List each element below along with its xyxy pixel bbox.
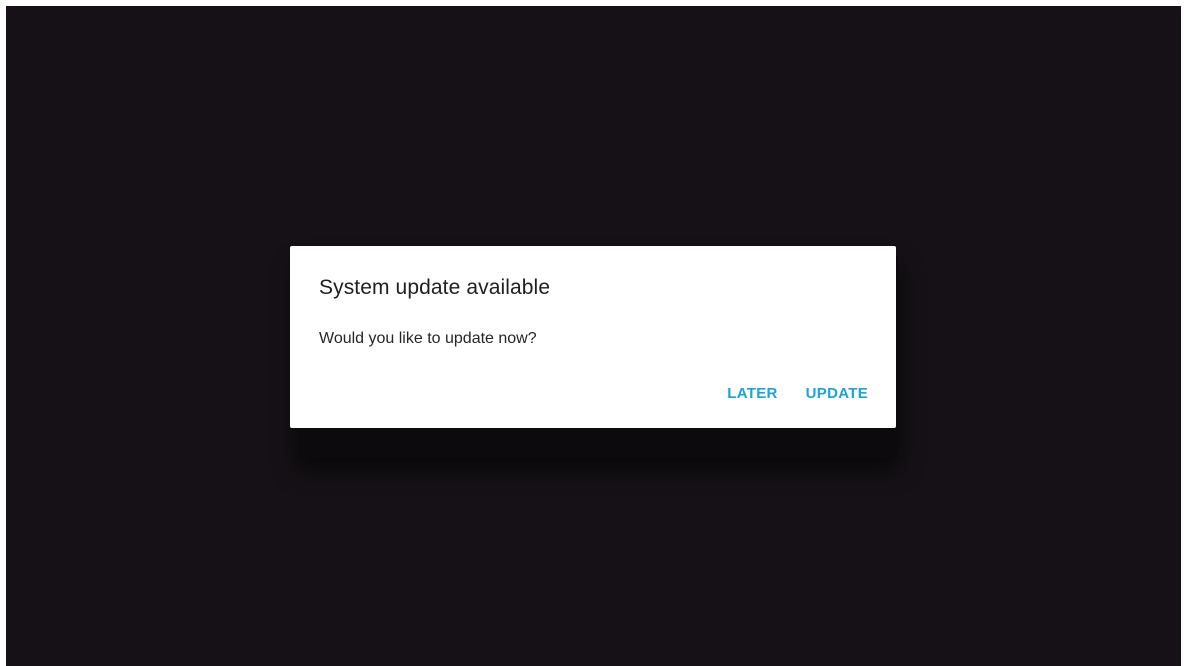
dialog-message: Would you like to update now? bbox=[319, 330, 537, 347]
update-button[interactable]: UPDATE bbox=[806, 385, 868, 402]
dialog-title: System update available bbox=[319, 276, 551, 299]
later-button[interactable]: LATER bbox=[727, 385, 777, 402]
system-update-dialog: System update available Would you like t… bbox=[290, 246, 896, 428]
dialog-actions: LATER UPDATE bbox=[727, 385, 868, 402]
screen-background: System update available Would you like t… bbox=[6, 6, 1181, 666]
